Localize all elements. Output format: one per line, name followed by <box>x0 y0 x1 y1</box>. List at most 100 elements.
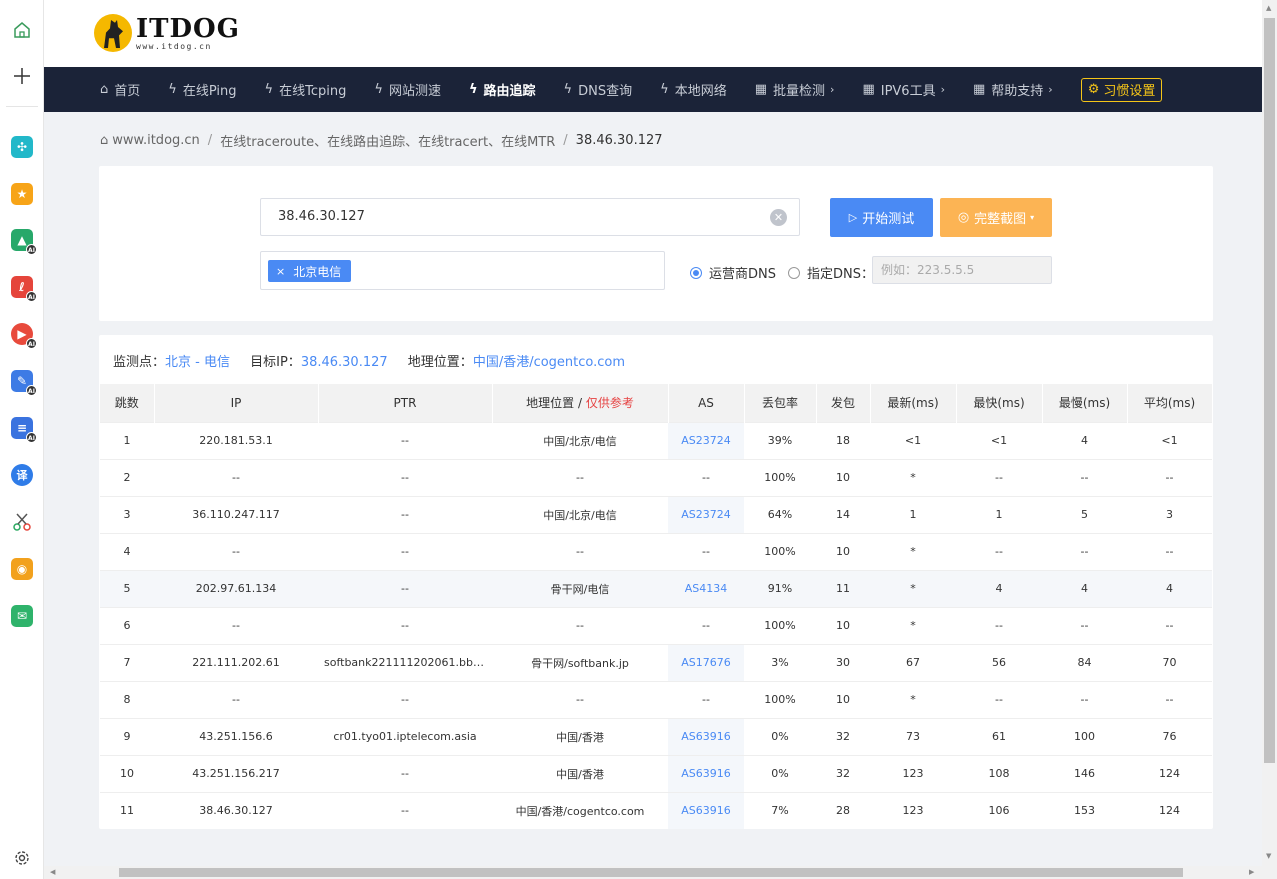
close-icon[interactable]: × <box>276 265 285 278</box>
nav-local-network[interactable]: ϟ 本地网络 <box>660 67 727 112</box>
target-ip-input[interactable]: 38.46.30.127 ✕ <box>260 198 800 236</box>
breadcrumb-section[interactable]: 在线traceroute、在线路由追踪、在线tracert、在线MTR <box>220 131 555 150</box>
cell-avg: <1 <box>1127 421 1212 459</box>
nav-ping[interactable]: ϟ 在线Ping <box>168 67 236 112</box>
cell-hop: 3 <box>100 495 154 533</box>
scroll-left-icon[interactable]: ◀ <box>50 868 55 876</box>
cell-worst: 84 <box>1042 643 1127 681</box>
scroll-down-icon[interactable]: ▼ <box>1266 852 1271 860</box>
cell-hop: 5 <box>100 569 154 607</box>
home-icon: ⌂ <box>100 82 109 97</box>
cell-as[interactable]: AS63916 <box>668 791 744 829</box>
nav-help[interactable]: ▦ 帮助支持 › <box>973 67 1053 112</box>
nav-speedtest[interactable]: ϟ 网站测速 <box>374 67 441 112</box>
node-tag[interactable]: × 北京电信 <box>268 260 352 282</box>
table-header: 跳数 IP PTR 地理位置 / 仅供参考 AS 丢包率 发包 最新(ms) 最… <box>100 384 1213 422</box>
result-info: 监测点：北京 - 电信 目标IP：38.46.30.127 地理位置：中国/香港… <box>113 355 626 370</box>
cell-as[interactable]: AS63916 <box>668 754 744 792</box>
vertical-scrollbar[interactable]: ▲ ▼ <box>1262 0 1277 866</box>
col-worst: 最慢(ms) <box>1042 384 1128 422</box>
start-test-button[interactable]: ▷ 开始测试 <box>830 198 933 237</box>
cell-as[interactable]: AS63916 <box>668 717 744 755</box>
cell-as[interactable]: AS23724 <box>668 421 744 459</box>
cell-best: <1 <box>956 421 1042 459</box>
table-row: 4 -- -- -- -- 100% 10 * -- -- -- <box>100 532 1212 570</box>
clear-icon[interactable]: ✕ <box>770 209 787 226</box>
translate-icon[interactable]: 译 <box>10 463 34 487</box>
nav-ipv6[interactable]: ▦ IPV6工具 › <box>862 67 945 112</box>
cell-avg: 124 <box>1127 754 1212 792</box>
grid-icon: ▦ <box>754 82 768 97</box>
doc-ai-icon[interactable]: ≡ AI <box>10 416 37 443</box>
vertical-scroll-thumb[interactable] <box>1264 18 1275 763</box>
cell-loss: 100% <box>744 680 816 718</box>
star-icon[interactable]: ★ <box>10 182 34 206</box>
settings-icon[interactable] <box>10 846 34 870</box>
home-icon[interactable] <box>10 18 34 42</box>
cell-worst: 146 <box>1042 754 1127 792</box>
dns-option-custom[interactable]: 指定DNS： <box>788 263 874 282</box>
pdf-ai-icon[interactable]: ℓ AI <box>10 275 37 302</box>
image-ai-icon[interactable]: ▲ AI <box>10 228 37 255</box>
cell-geo: -- <box>492 532 668 570</box>
horizontal-scroll-thumb[interactable] <box>119 868 1183 877</box>
table-row: 10 43.251.156.217 -- 中国/香港 AS63916 0% 32 123 108… <box>100 754 1212 792</box>
cell-ip: -- <box>154 532 318 570</box>
cell-loss: 7% <box>744 791 816 829</box>
node-select[interactable]: × 北京电信 <box>260 251 665 290</box>
cell-best: -- <box>956 606 1042 644</box>
cell-ip: -- <box>154 606 318 644</box>
logo[interactable]: ITDOG www.itdog.cn <box>94 14 240 52</box>
cell-geo: -- <box>492 606 668 644</box>
puzzle-icon[interactable]: ✣ <box>10 135 34 159</box>
mail-icon[interactable]: ✉ <box>10 604 34 628</box>
cell-ip: 36.110.247.117 <box>154 495 318 533</box>
dns-option-isp[interactable]: 运营商DNS <box>690 263 776 282</box>
cell-as[interactable]: AS4134 <box>668 569 744 607</box>
cell-last: * <box>870 532 956 570</box>
cell-loss: 0% <box>744 717 816 755</box>
plus-icon[interactable] <box>10 64 34 88</box>
cell-as[interactable]: AS23724 <box>668 495 744 533</box>
cell-best: -- <box>956 458 1042 496</box>
cell-avg: 3 <box>1127 495 1212 533</box>
cell-as[interactable]: AS17676 <box>668 643 744 681</box>
weibo-icon[interactable]: ◉ <box>10 557 34 581</box>
cell-avg: -- <box>1127 606 1212 644</box>
screenshot-button[interactable]: ◎ 完整截图 ▾ <box>940 198 1052 237</box>
table-row: 8 -- -- -- -- 100% 10 * -- -- -- <box>100 680 1212 718</box>
table-row: 11 38.46.30.127 -- 中国/香港/cogentco.com AS6391… <box>100 791 1212 829</box>
scissors-icon[interactable] <box>10 510 34 534</box>
cell-sent: 10 <box>816 458 870 496</box>
nav-dns[interactable]: ϟ DNS查询 <box>564 67 633 112</box>
edit-ai-icon[interactable]: ✎ AI <box>10 369 37 396</box>
cell-avg: -- <box>1127 680 1212 718</box>
cell-avg: 4 <box>1127 569 1212 607</box>
nav-home[interactable]: ⌂ 首页 <box>100 67 140 112</box>
nav-tcping[interactable]: ϟ 在线Tcping <box>265 67 347 112</box>
cell-as: -- <box>668 680 744 718</box>
cell-ip: -- <box>154 458 318 496</box>
video-ai-icon[interactable]: ▶ AI <box>10 322 37 349</box>
cell-sent: 32 <box>816 717 870 755</box>
settings-button[interactable]: ⚙ 习惯设置 <box>1080 77 1163 102</box>
custom-dns-input[interactable]: 例如：223.5.5.5 <box>872 256 1052 284</box>
cell-ptr: softbank221111202061.bbte... <box>318 643 492 681</box>
scroll-right-icon[interactable]: ▶ <box>1249 868 1254 876</box>
col-best: 最快(ms) <box>956 384 1043 422</box>
nav-traceroute[interactable]: ϟ 路由追踪 <box>469 67 536 112</box>
cell-hop: 7 <box>100 643 154 681</box>
cell-worst: 153 <box>1042 791 1127 829</box>
cell-ptr: -- <box>318 791 492 829</box>
breadcrumb-home[interactable]: www.itdog.cn <box>112 133 200 148</box>
nav-batch[interactable]: ▦ 批量检测 › <box>755 67 835 112</box>
scroll-up-icon[interactable]: ▲ <box>1266 4 1271 12</box>
cell-last: * <box>870 569 956 607</box>
col-ip: IP <box>154 384 319 422</box>
cell-ip: 220.181.53.1 <box>154 421 318 459</box>
cell-hop: 10 <box>100 754 154 792</box>
cell-sent: 28 <box>816 791 870 829</box>
cell-ptr: -- <box>318 569 492 607</box>
cell-ptr: -- <box>318 421 492 459</box>
horizontal-scrollbar[interactable]: ◀ ▶ <box>44 866 1277 879</box>
